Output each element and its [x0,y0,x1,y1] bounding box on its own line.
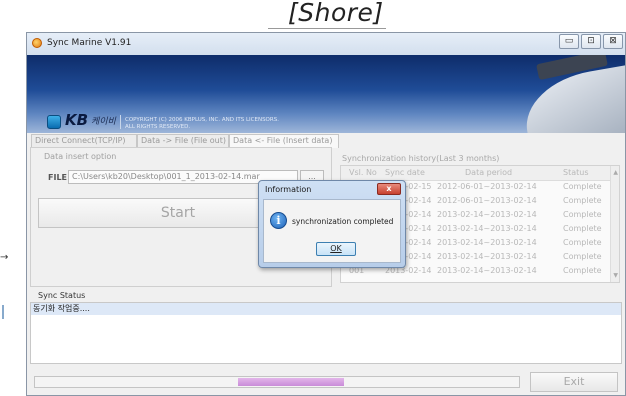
sync-history-title: Synchronization history(Last 3 months) [342,154,500,163]
title-bar: Sync Marine V1.91 ▭ ⊡ ⊠ [27,33,625,55]
annotation-underline [268,28,386,29]
kb-logo-icon [47,115,61,129]
data-insert-option-title: Data insert option [44,152,117,161]
kb-logo-text: KB [65,111,89,129]
side-edge-marker [2,305,4,319]
cell-data-period: 2013-02-14~2013-02-14 [437,210,537,219]
scroll-up-arrow-icon[interactable]: ▲ [613,169,618,176]
scroll-down-arrow-icon[interactable]: ▼ [613,272,618,279]
cell-status: Complete [563,224,602,233]
side-arrow-marker: → [0,252,9,263]
table-scrollbar[interactable]: ▲ ▼ [610,166,619,282]
ok-button[interactable]: OK [316,242,356,256]
col-vsl-no: Vsl. No [349,168,377,177]
cell-data-period: 2013-02-14~2013-02-14 [437,224,537,233]
col-sync-date: Sync date [385,168,425,177]
kb-logo-subtext: 케이비 [91,117,116,127]
header-banner: KB 케이비 COPYRIGHT (C) 2006 KBPLUS, INC. A… [27,55,625,133]
window-title: Sync Marine V1.91 [47,38,132,48]
close-window-button[interactable]: ⊠ [603,34,623,49]
tab-direct-connect[interactable]: Direct Connect(TCP/IP) [31,134,137,147]
cell-status: Complete [563,182,602,191]
dialog-title: Information [265,185,312,194]
cell-status: Complete [563,210,602,219]
information-dialog: Information x i synchronization complete… [258,180,406,268]
exit-button[interactable]: Exit [530,372,618,392]
cell-data-period: 2013-02-14~2013-02-14 [437,266,537,275]
copyright-notice: COPYRIGHT (C) 2006 KBPLUS, INC. AND ITS … [125,117,279,130]
cell-data-period: 2012-06-01~2013-02-14 [437,182,537,191]
progress-fill [238,378,344,386]
sync-status-log[interactable]: 동기화 작업중.... [30,302,622,364]
tab-file-out[interactable]: Data -> File (File out) [137,134,229,147]
info-icon: i [270,212,287,229]
dialog-body: i synchronization completed OK [263,199,401,263]
log-line: 동기화 작업중.... [31,303,621,315]
ship-hull-graphic [518,63,625,133]
col-status: Status [563,168,589,177]
cell-status: Complete [563,266,602,275]
minimize-button[interactable]: ▭ [559,34,579,49]
sync-progress-bar [34,376,520,388]
sync-status-title: Sync Status [38,291,86,300]
cell-status: Complete [563,252,602,261]
cell-status: Complete [563,238,602,247]
app-icon [32,38,42,48]
maximize-button[interactable]: ⊡ [581,34,601,49]
col-data-period: Data period [465,168,513,177]
cell-data-period: 2013-02-14~2013-02-14 [437,252,537,261]
tab-insert-data[interactable]: Data <- File (Insert data) [229,134,339,148]
cell-status: Complete [563,196,602,205]
cell-data-period: 2013-02-14~2013-02-14 [437,238,537,247]
dialog-close-button[interactable]: x [377,183,401,195]
logo-divider [120,115,121,129]
shore-annotation-label: [Shore] [288,0,384,27]
dialog-message: synchronization completed [292,217,394,226]
table-header: Vsl. No Sync date Data period Status [341,166,613,181]
cell-data-period: 2012-06-01~2013-02-14 [437,196,537,205]
file-label: FILE [48,173,68,182]
